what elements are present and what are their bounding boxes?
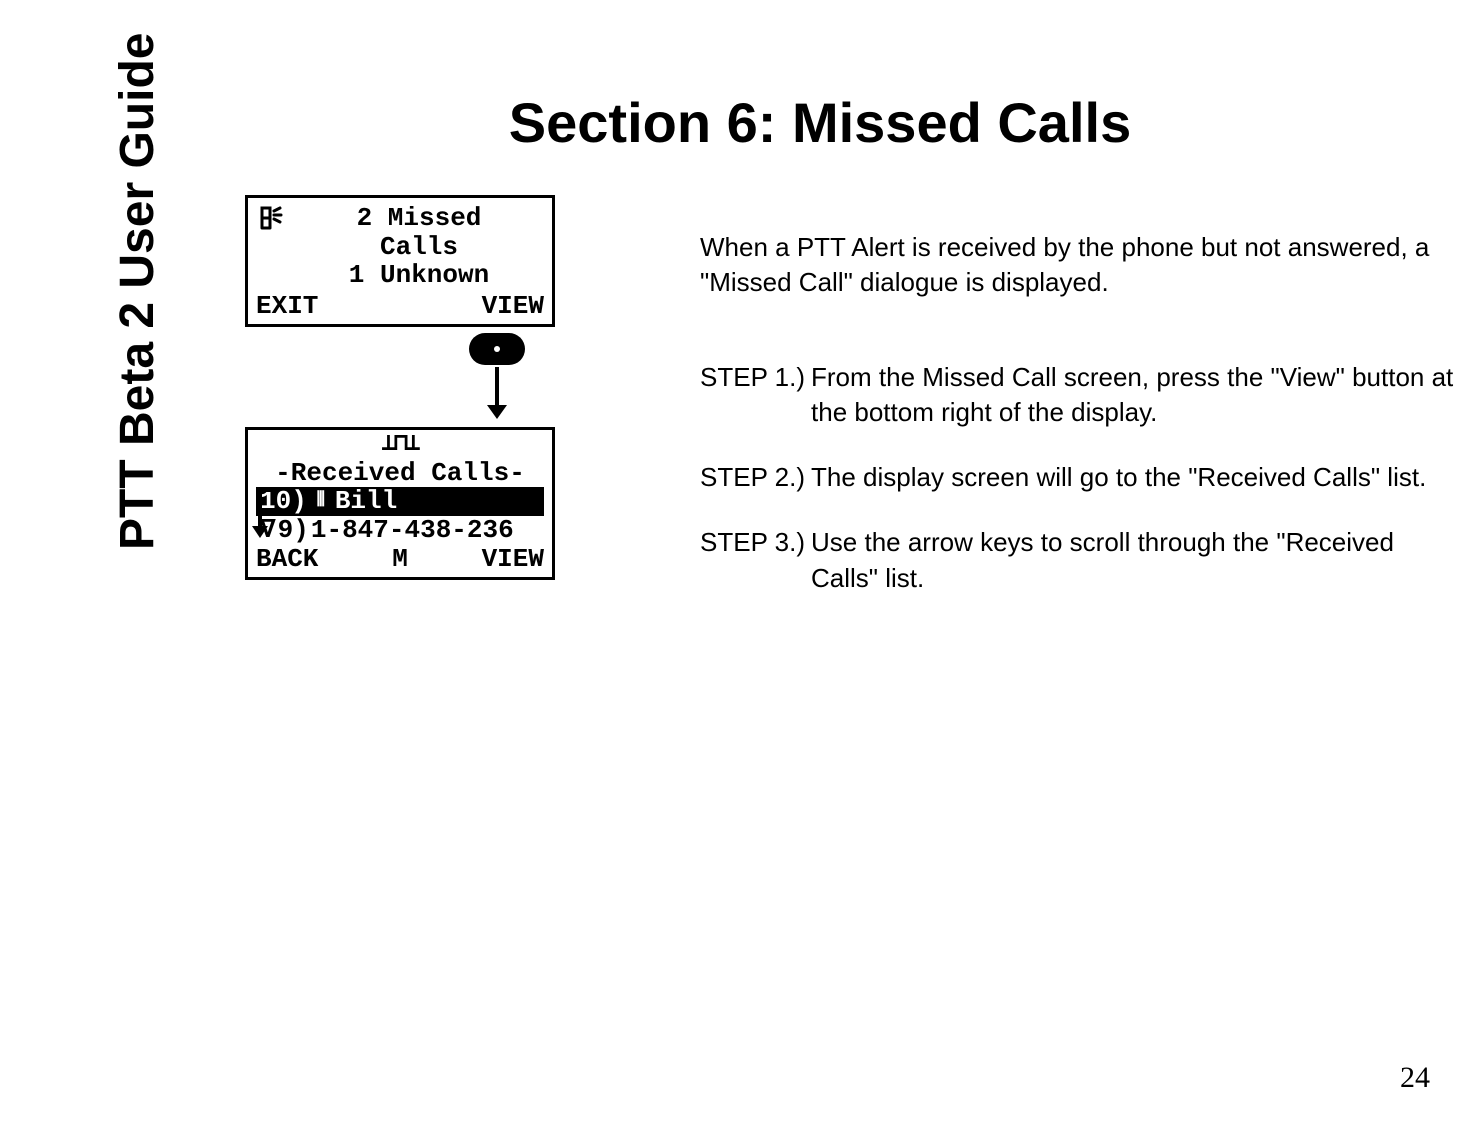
step-body: From the Missed Call screen, press the "… — [811, 360, 1460, 430]
row-name: 1-847-438-236 — [311, 516, 514, 545]
softkey-m[interactable]: M — [352, 545, 448, 574]
row-name: Bill — [335, 487, 397, 516]
flow-arrow — [245, 327, 555, 427]
signal-icon: ⊥⊓⊥ — [254, 432, 546, 458]
step-body: Use the arrow keys to scroll through the… — [811, 525, 1460, 595]
row-num: 9) — [278, 516, 309, 545]
softkey-exit[interactable]: EXIT — [256, 292, 318, 321]
section-title: Section 6: Missed Calls — [170, 90, 1470, 155]
step-1: STEP 1.) From the Missed Call screen, pr… — [700, 360, 1460, 430]
step-label: STEP 2.) — [700, 460, 805, 495]
list-item-selected[interactable]: 10) ⦀ Bill — [256, 487, 544, 516]
softkey-view[interactable]: VIEW — [448, 545, 544, 574]
step-2: STEP 2.) The display screen will go to t… — [700, 460, 1460, 495]
received-calls-title: -Received Calls- — [254, 459, 546, 488]
ptt-alert-icon — [256, 204, 284, 234]
phone-illustrations: 2 Missed Calls 1 Unknown EXIT VIEW ⊥⊓⊥ -… — [245, 195, 565, 580]
softkey-row: BACK M VIEW — [248, 545, 552, 578]
missed-calls-screen: 2 Missed Calls 1 Unknown EXIT VIEW — [245, 195, 555, 327]
step-body: The display screen will go to the "Recei… — [811, 460, 1460, 495]
intro-text: When a PTT Alert is received by the phon… — [700, 230, 1460, 300]
phone-button-icon — [469, 333, 525, 365]
softkey-view[interactable]: VIEW — [482, 292, 544, 321]
sidebar: PTT Beta 2 User Guide — [0, 0, 170, 1125]
instructions: When a PTT Alert is received by the phon… — [700, 230, 1460, 626]
ptt-small-icon: ⦀ — [311, 491, 331, 513]
missed-line3: 1 Unknown — [294, 261, 544, 290]
softkey-back[interactable]: BACK — [256, 545, 352, 574]
down-arrow-icon — [491, 367, 503, 417]
missed-calls-text: 2 Missed Calls 1 Unknown — [294, 204, 544, 290]
list-item[interactable]: ∇ 9) 1-847-438-236 — [256, 516, 544, 545]
step-label: STEP 1.) — [700, 360, 805, 430]
step-label: STEP 3.) — [700, 525, 805, 595]
received-calls-screen: ⊥⊓⊥ -Received Calls- 10) ⦀ Bill ∇ 9) 1-8… — [245, 427, 555, 580]
scroll-down-icon — [252, 526, 268, 538]
sidebar-title: PTT Beta 2 User Guide — [110, 33, 165, 550]
missed-line2: Calls — [294, 233, 544, 262]
missed-line1: 2 Missed — [294, 204, 544, 233]
step-3: STEP 3.) Use the arrow keys to scroll th… — [700, 525, 1460, 595]
softkey-row: EXIT VIEW — [248, 292, 552, 325]
page-number: 24 — [1400, 1061, 1430, 1095]
